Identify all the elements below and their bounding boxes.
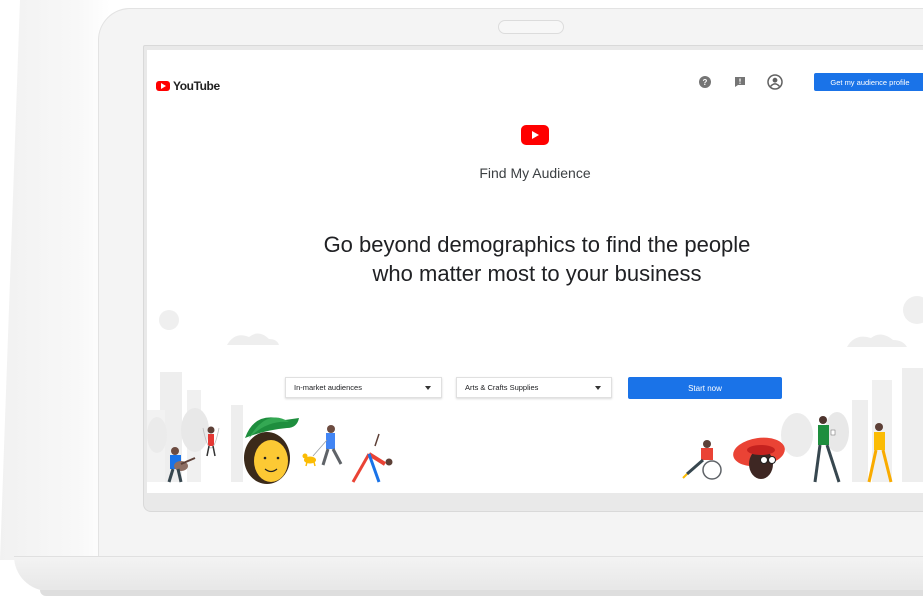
audience-type-value: In-market audiences [294, 383, 362, 392]
category-value: Arts & Crafts Supplies [465, 383, 539, 392]
youtube-logo-text: YouTube [173, 79, 220, 93]
background-shadow [0, 0, 110, 560]
start-now-button[interactable]: Start now [628, 377, 782, 399]
svg-text:?: ? [703, 78, 708, 87]
chevron-down-icon [595, 386, 601, 390]
help-button[interactable]: ? [697, 74, 713, 90]
account-circle-icon [767, 74, 783, 90]
camera-notch [498, 20, 564, 34]
help-circle-icon: ? [699, 76, 711, 88]
feedback-icon [735, 77, 745, 87]
headline: Go beyond demographics to find the peopl… [323, 232, 751, 286]
get-audience-profile-button[interactable]: Get my audience profile [814, 73, 923, 91]
category-select[interactable]: Arts & Crafts Supplies [456, 377, 612, 398]
laptop-base [14, 556, 923, 591]
youtube-play-icon [156, 81, 170, 91]
youtube-logo[interactable]: YouTube [156, 79, 220, 93]
audience-type-select[interactable]: In-market audiences [285, 377, 442, 398]
chevron-down-icon [425, 386, 431, 390]
laptop-base-lip [40, 590, 923, 596]
product-title: Find My Audience [479, 165, 591, 181]
account-button[interactable] [767, 74, 783, 90]
youtube-play-icon-large [521, 125, 549, 145]
screen: YouTube ? Get my audience profile Find M… [147, 50, 923, 493]
feedback-button[interactable] [732, 74, 748, 90]
